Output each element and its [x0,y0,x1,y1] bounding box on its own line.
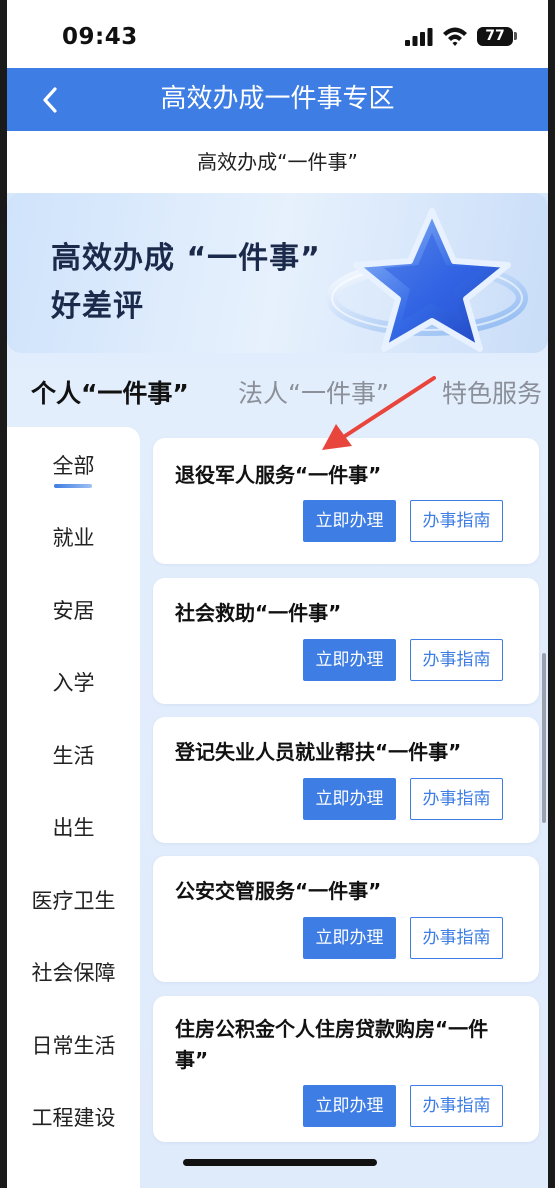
banner-title-line2: 好差评 [51,289,144,324]
evaluation-banner[interactable]: 高效办成 “一件事” 好差评 [7,193,548,353]
sidebar-item-medical[interactable]: 医疗卫生 [7,885,140,915]
tab-personal[interactable]: 个人“一件事” [31,374,189,410]
wifi-icon [443,27,467,46]
scrollbar[interactable] [542,653,546,823]
status-time: 09:43 [62,24,138,50]
page-subheader: 高效办成“一件事” [7,131,548,193]
handle-now-button[interactable]: 立即办理 [303,639,396,681]
chevron-left-icon[interactable] [35,82,65,118]
card-title: 公安交管服务“一件事” [175,879,382,903]
sidebar-item-employment[interactable]: 就业 [7,522,140,552]
service-card: 登记失业人员就业帮扶“一件事” 立即办理 办事指南 [153,717,539,843]
status-bar: 09:43 77 [7,0,548,68]
handle-now-button[interactable]: 立即办理 [303,917,396,959]
service-guide-button[interactable]: 办事指南 [410,778,503,820]
card-title: 退役军人服务“一件事” [175,463,382,487]
banner-title-line1: 高效办成 “一件事” [51,241,321,276]
handle-now-button[interactable]: 立即办理 [303,1085,396,1127]
battery-tip [514,32,517,40]
service-card: 公安交管服务“一件事” 立即办理 办事指南 [153,856,539,982]
battery-icon: 77 [477,27,513,46]
sidebar-item-all[interactable]: 全部 [7,450,140,480]
service-guide-button[interactable]: 办事指南 [410,500,503,542]
nav-title: 高效办成一件事专区 [160,84,395,114]
service-guide-button[interactable]: 办事指南 [410,917,503,959]
service-card: 住房公积金个人住房贷款购房“一件事” 立即办理 办事指南 [153,996,539,1142]
sidebar-item-social-security[interactable]: 社会保障 [7,957,140,987]
sidebar-item-birth[interactable]: 出生 [7,812,140,842]
service-guide-button[interactable]: 办事指南 [410,1085,503,1127]
phone-screen: 09:43 77 高效办成一件事专区 高效办成“一件事” 高效办成 “一件事” … [7,0,548,1188]
sidebar-item-daily-life[interactable]: 日常生活 [7,1030,140,1060]
card-title: 社会救助“一件事” [175,601,342,625]
sidebar-item-school[interactable]: 入学 [7,667,140,697]
star-ring-illustration [326,208,528,352]
service-guide-button[interactable]: 办事指南 [410,639,503,681]
nav-bar: 高效办成一件事专区 [7,68,548,131]
home-indicator[interactable] [183,1159,377,1166]
sidebar-item-housing[interactable]: 安居 [7,595,140,625]
sidebar-item-life[interactable]: 生活 [7,740,140,770]
card-title: 登记失业人员就业帮扶“一件事” [175,740,462,764]
handle-now-button[interactable]: 立即办理 [303,778,396,820]
service-card: 社会救助“一件事” 立即办理 办事指南 [153,578,539,704]
sidebar-item-construction[interactable]: 工程建设 [7,1102,140,1132]
cellular-signal-icon [405,28,433,46]
handle-now-button[interactable]: 立即办理 [303,500,396,542]
tab-featured-services[interactable]: 特色服务 [442,374,542,410]
annotation-arrow-icon [322,376,436,450]
selected-indicator [54,484,92,488]
card-title: 住房公积金个人住房贷款购房“一件事” [175,1017,489,1072]
